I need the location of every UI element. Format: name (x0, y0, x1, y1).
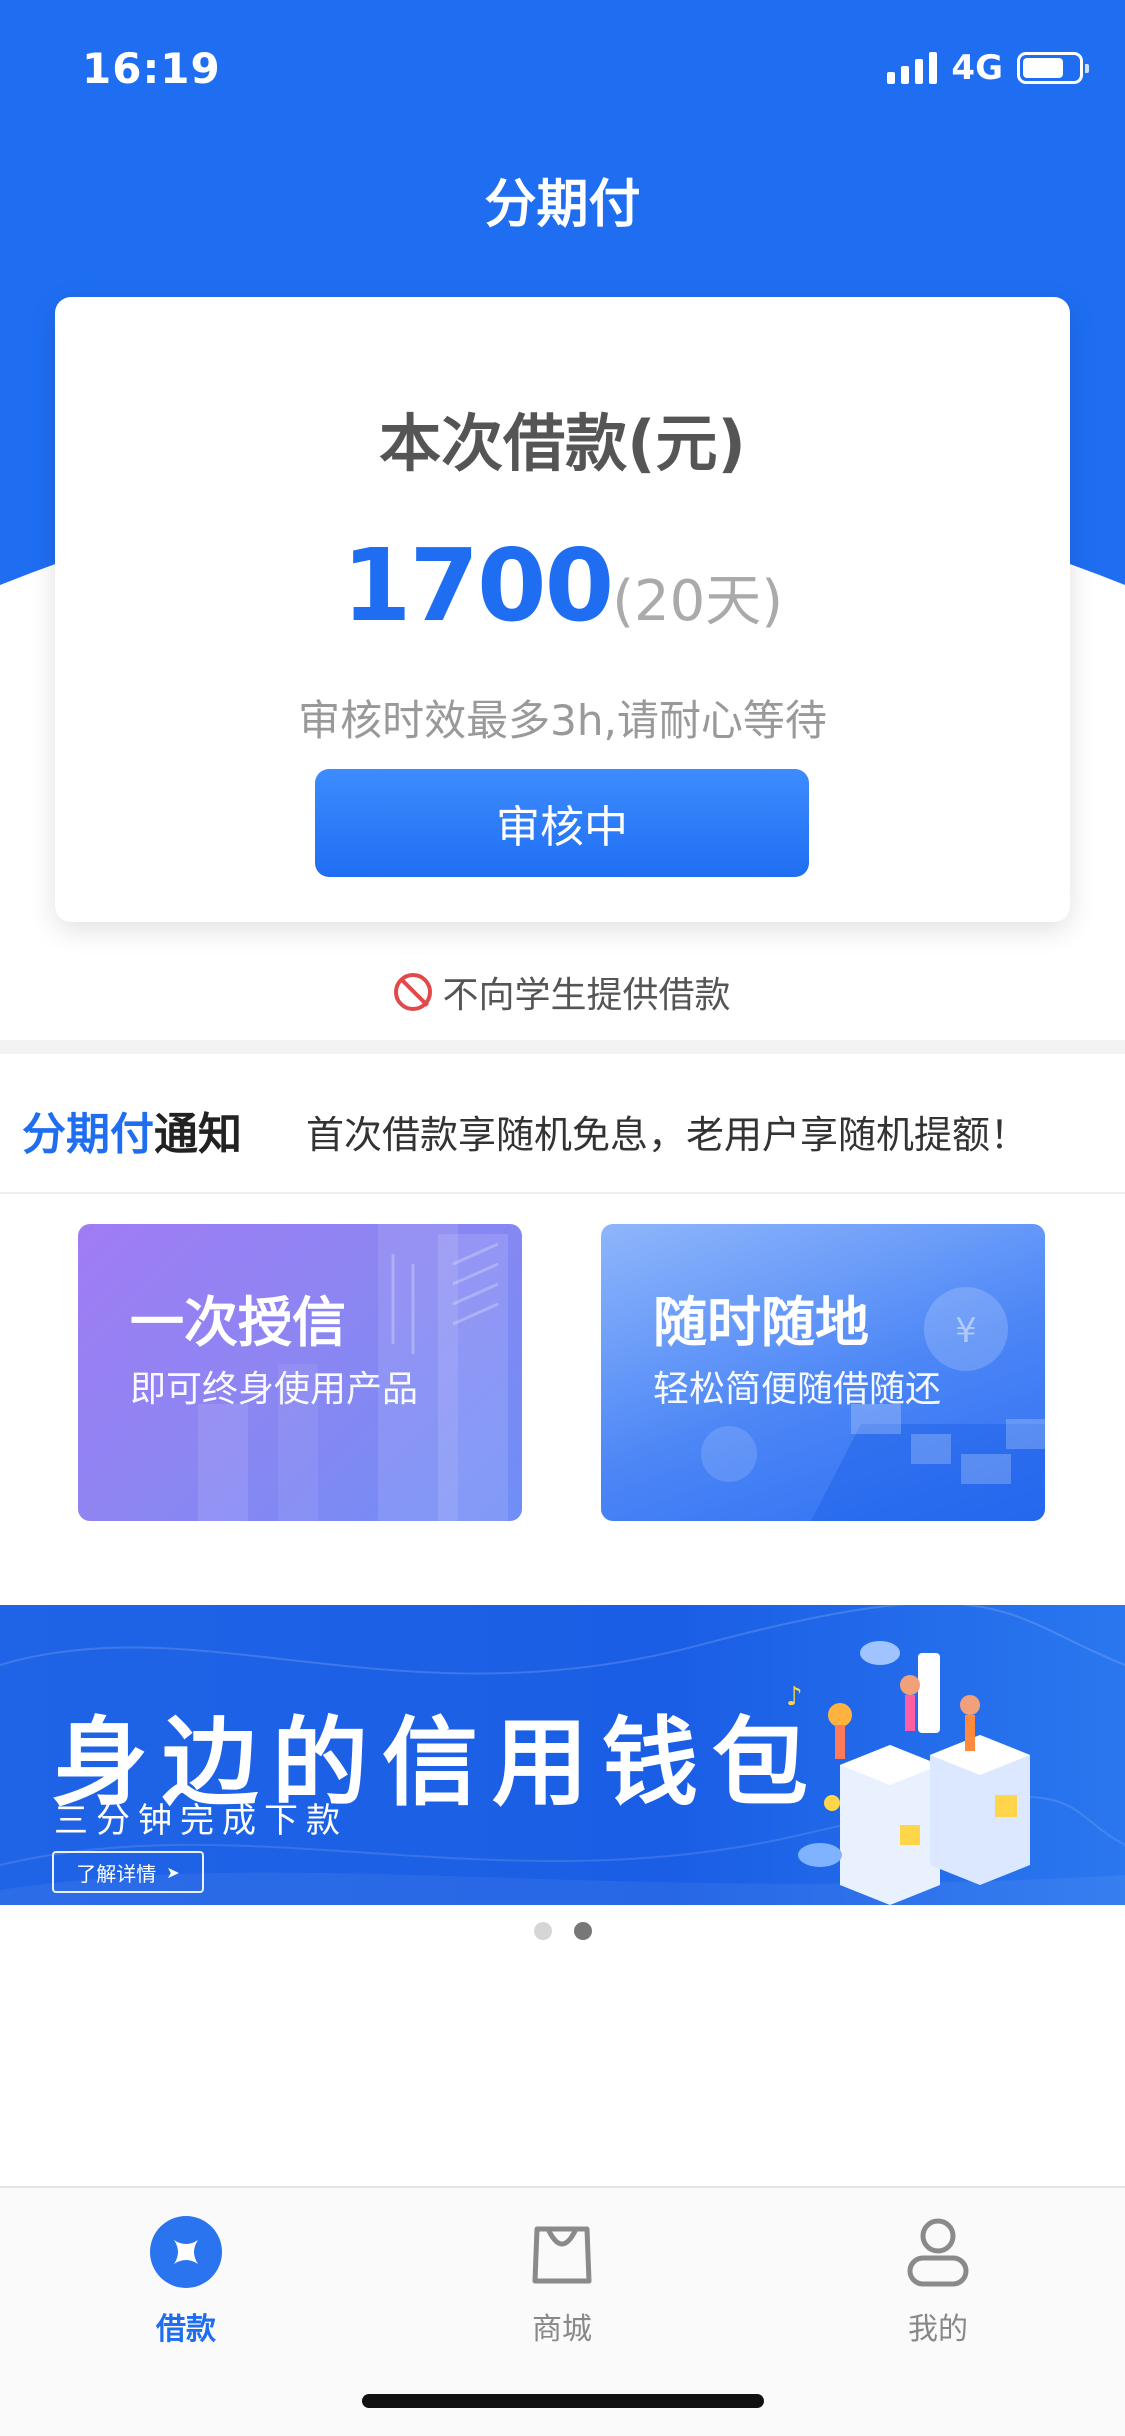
feature-card-credit[interactable]: 一次授信 即可终身使用产品 (78, 1224, 522, 1521)
tab-loan[interactable]: 借款 (86, 2212, 286, 2348)
status-time: 16:19 (82, 44, 221, 93)
battery-icon (1017, 52, 1089, 84)
arrow-right-icon: ➤ (166, 1862, 180, 1882)
under-review-button[interactable]: 审核中 (315, 769, 809, 877)
network-type: 4G (951, 48, 1003, 88)
tab-label: 借款 (156, 2312, 216, 2347)
tab-mall[interactable]: 商城 (462, 2212, 662, 2348)
feature-title: 一次授信 (130, 1291, 346, 1354)
review-tip: 审核时效最多3h,请耐心等待 (298, 696, 827, 745)
app-screen: 16:19 4G 分期付 本次借款(元) 1700(20天) 审核时效最多3h,… (0, 0, 1125, 2436)
loan-period: (20天) (612, 569, 784, 634)
profile-icon (898, 2212, 978, 2292)
loan-card: 本次借款(元) 1700(20天) 审核时效最多3h,请耐心等待 审核中 (55, 297, 1070, 922)
section-divider (0, 1040, 1125, 1054)
loan-icon (146, 2212, 226, 2292)
promo-banner[interactable]: 身边的信用钱包 三分钟完成下款 了解详情 ➤ ♪ (0, 1605, 1125, 1905)
forbidden-icon (394, 973, 433, 1011)
carousel-indicator (0, 1922, 1125, 1940)
isometric-people-illustration: ♪ (786, 1641, 1030, 1905)
no-student-notice: 不向学生提供借款 (0, 966, 1125, 1018)
notice-brand-suffix: 通知 (154, 1109, 242, 1160)
feature-subtitle: 即可终身使用产品 (130, 1369, 419, 1410)
page-title: 分期付 (484, 175, 641, 235)
banner-subtitle: 三分钟完成下款 (54, 1801, 348, 1841)
notice-bar[interactable]: 分期付通知 首次借款享随机免息，老用户享随机提额！ (0, 1054, 1125, 1194)
no-student-text: 不向学生提供借款 (442, 975, 731, 1016)
home-indicator (362, 2394, 764, 2408)
notice-brand-name: 分期付 (22, 1109, 154, 1160)
svg-text:♪: ♪ (786, 1682, 803, 1712)
notice-text: 首次借款享随机免息，老用户享随机提额！ (306, 1113, 1029, 1157)
tab-label: 商城 (532, 2312, 592, 2347)
tab-label: 我的 (908, 2312, 968, 2347)
learn-more-button[interactable]: 了解详情 ➤ (52, 1851, 204, 1893)
feature-card-anytime[interactable]: ¥ 随时随地 轻松简便随借随还 (601, 1224, 1045, 1521)
tab-profile[interactable]: 我的 (838, 2212, 1038, 2348)
loan-amount: 1700 (341, 527, 614, 644)
svg-text:¥: ¥ (955, 1311, 977, 1351)
notice-brand: 分期付通知 (22, 1098, 242, 1162)
carousel-dot[interactable] (533, 1922, 552, 1940)
carousel-dot-active[interactable] (573, 1922, 592, 1940)
status-indicators: 4G (887, 48, 1089, 88)
shopping-bag-icon (522, 2212, 602, 2292)
feature-title: 随时随地 (653, 1291, 869, 1354)
loan-amount-row: 1700(20天) (55, 527, 1070, 644)
status-bar: 16:19 4G (0, 0, 1125, 140)
signal-icon (887, 52, 938, 84)
learn-more-label: 了解详情 (76, 1861, 157, 1886)
loan-amount-label: 本次借款(元) (379, 407, 746, 480)
feature-subtitle: 轻松简便随借随还 (653, 1369, 942, 1410)
